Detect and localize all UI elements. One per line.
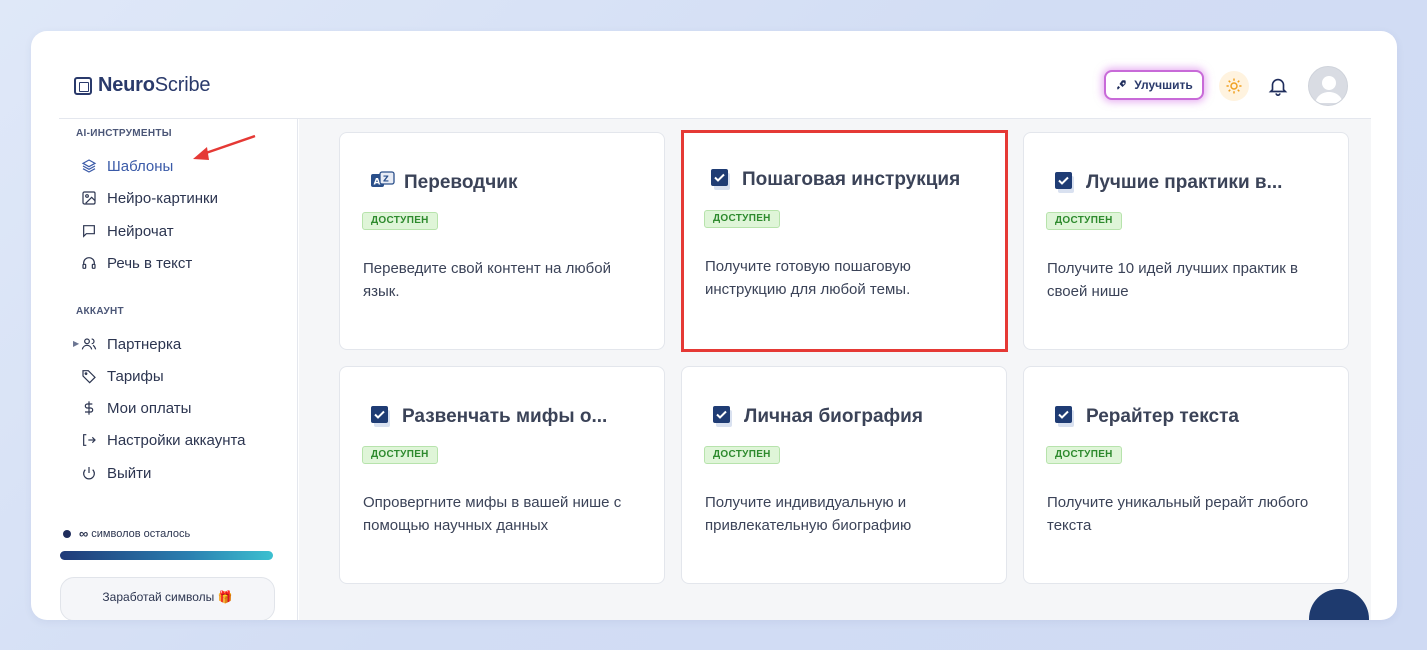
card-title: Личная биография bbox=[712, 405, 923, 429]
symbols-remaining: ∞ символов осталось bbox=[63, 526, 190, 541]
card-title-text: Лучшие практики в... bbox=[1086, 172, 1283, 193]
card-title: Пошаговая инструкция bbox=[710, 168, 960, 192]
sidebar-item-templates[interactable]: Шаблоны bbox=[81, 156, 173, 176]
earn-symbols-button[interactable]: Заработай символы 🎁 bbox=[60, 577, 275, 620]
card-title: Лучшие практики в... bbox=[1054, 171, 1282, 195]
template-card-step-by-step[interactable]: Пошаговая инструкция ДОСТУПЕН Получите г… bbox=[681, 130, 1008, 352]
caret-right-icon[interactable]: ▶ bbox=[73, 339, 79, 348]
tag-icon bbox=[82, 370, 96, 384]
translate-icon: AZ bbox=[371, 171, 395, 188]
dollar-icon bbox=[84, 401, 94, 415]
check-icon bbox=[371, 406, 390, 427]
sidebar-item-tariffs[interactable]: Тарифы bbox=[81, 366, 164, 386]
rocket-icon bbox=[1117, 80, 1126, 90]
sidebar-item-label: Мои оплаты bbox=[107, 399, 192, 417]
sidebar-item-label: Настройки аккаунта bbox=[107, 431, 246, 449]
card-title-text: Пошаговая инструкция bbox=[742, 169, 961, 190]
user-avatar-icon bbox=[1315, 76, 1343, 103]
sidebar-item-label: Партнерка bbox=[107, 335, 182, 353]
layers-icon bbox=[81, 159, 97, 173]
card-title: AZ Переводчик bbox=[370, 171, 517, 195]
card-description: Получите готовую пошаговую инструкцию дл… bbox=[705, 258, 911, 298]
status-badge: ДОСТУПЕН bbox=[1046, 212, 1122, 230]
check-icon bbox=[711, 169, 730, 190]
app-window: NeuroScribe Улучшить AI-ИНСТРУМЕНТЫ Шабл… bbox=[31, 31, 1397, 620]
status-dot bbox=[63, 529, 71, 538]
login-icon bbox=[83, 434, 96, 446]
usage-label: символов осталось bbox=[91, 527, 191, 540]
svg-text:Z: Z bbox=[383, 175, 389, 184]
logo-text: NeuroScribe bbox=[98, 74, 211, 96]
avatar[interactable] bbox=[1308, 66, 1348, 106]
infinity-value: ∞ bbox=[79, 526, 89, 541]
sidebar-item-neuro-images[interactable]: Нейро-картинки bbox=[81, 188, 218, 208]
header: NeuroScribe Улучшить bbox=[31, 31, 1397, 119]
card-title-text: Рерайтер текста bbox=[1086, 406, 1239, 427]
sidebar-item-label: Выйти bbox=[107, 464, 152, 482]
upgrade-button[interactable]: Улучшить bbox=[1104, 70, 1204, 100]
status-badge: ДОСТУПЕН bbox=[1046, 446, 1122, 464]
sidebar-item-label: Шаблоны bbox=[107, 157, 174, 175]
sidebar-item-partner[interactable]: Партнерка bbox=[81, 334, 181, 354]
card-title-text: Переводчик bbox=[404, 172, 518, 193]
sidebar-item-label: Нейрочат bbox=[107, 222, 174, 240]
status-badge: ДОСТУПЕН bbox=[362, 446, 438, 464]
template-card-debunk-myths[interactable]: Развенчать мифы о... ДОСТУПЕН Опровергни… bbox=[339, 366, 665, 584]
image-icon bbox=[82, 191, 96, 205]
sun-icon bbox=[1226, 78, 1242, 94]
sidebar-item-logout[interactable]: Выйти bbox=[81, 463, 151, 483]
card-title-text: Развенчать мифы о... bbox=[402, 406, 608, 427]
bell-icon[interactable] bbox=[1267, 75, 1289, 97]
card-title-text: Личная биография bbox=[744, 406, 923, 427]
template-card-translator[interactable]: AZ Переводчик ДОСТУПЕН Переведите свой к… bbox=[339, 132, 665, 350]
sidebar-item-payments[interactable]: Мои оплаты bbox=[81, 398, 191, 418]
red-arrow-annotation bbox=[193, 134, 256, 160]
users-icon bbox=[81, 338, 97, 350]
status-badge: ДОСТУПЕН bbox=[704, 446, 780, 464]
section-title-account: АККАУНТ bbox=[76, 306, 124, 317]
theme-toggle-button[interactable] bbox=[1219, 71, 1249, 101]
chat-icon bbox=[83, 225, 95, 238]
sidebar-item-neurochat[interactable]: Нейрочат bbox=[81, 221, 174, 241]
sidebar-item-speech-to-text[interactable]: Речь в текст bbox=[81, 253, 192, 273]
template-card-biography[interactable]: Личная биография ДОСТУПЕН Получите индив… bbox=[681, 366, 1007, 584]
status-badge: ДОСТУПЕН bbox=[362, 212, 438, 230]
status-badge: ДОСТУПЕН bbox=[704, 210, 780, 228]
card-description: Переведите свой контент на любой язык. bbox=[363, 260, 611, 300]
check-icon bbox=[713, 406, 732, 427]
card-title: Рерайтер текста bbox=[1054, 405, 1239, 429]
usage-progress-bar bbox=[60, 551, 273, 560]
power-icon bbox=[83, 467, 95, 480]
sidebar-item-label: Нейро-картинки bbox=[107, 189, 218, 207]
card-title: Развенчать мифы о... bbox=[370, 405, 607, 429]
card-description: Опровергните мифы в вашей нише с помощью… bbox=[363, 494, 622, 534]
check-icon bbox=[1055, 172, 1074, 193]
headphones-icon bbox=[82, 257, 96, 269]
card-description: Получите уникальный рерайт любого текста bbox=[1047, 494, 1309, 534]
template-card-best-practices[interactable]: Лучшие практики в... ДОСТУПЕН Получите 1… bbox=[1023, 132, 1349, 350]
sidebar-item-label: Тарифы bbox=[107, 367, 164, 385]
card-description: Получите 10 идей лучших практик в своей … bbox=[1047, 260, 1298, 300]
logo[interactable]: NeuroScribe bbox=[74, 74, 210, 97]
section-title-ai: AI-ИНСТРУМЕНТЫ bbox=[76, 128, 172, 139]
template-card-rewriter[interactable]: Рерайтер текста ДОСТУПЕН Получите уникал… bbox=[1023, 366, 1349, 584]
templates-grid: AZ Переводчик ДОСТУПЕН Переведите свой к… bbox=[299, 119, 1371, 620]
check-icon bbox=[1055, 406, 1074, 427]
logo-icon bbox=[74, 76, 92, 95]
sidebar-item-label: Речь в текст bbox=[107, 254, 193, 272]
sidebar: AI-ИНСТРУМЕНТЫ Шаблоны Нейро-картинки Не… bbox=[31, 119, 298, 620]
sidebar-item-account-settings[interactable]: Настройки аккаунта bbox=[81, 430, 246, 450]
card-description: Получите индивидуальную и привлекательну… bbox=[705, 494, 912, 534]
upgrade-label: Улучшить bbox=[1134, 78, 1193, 92]
